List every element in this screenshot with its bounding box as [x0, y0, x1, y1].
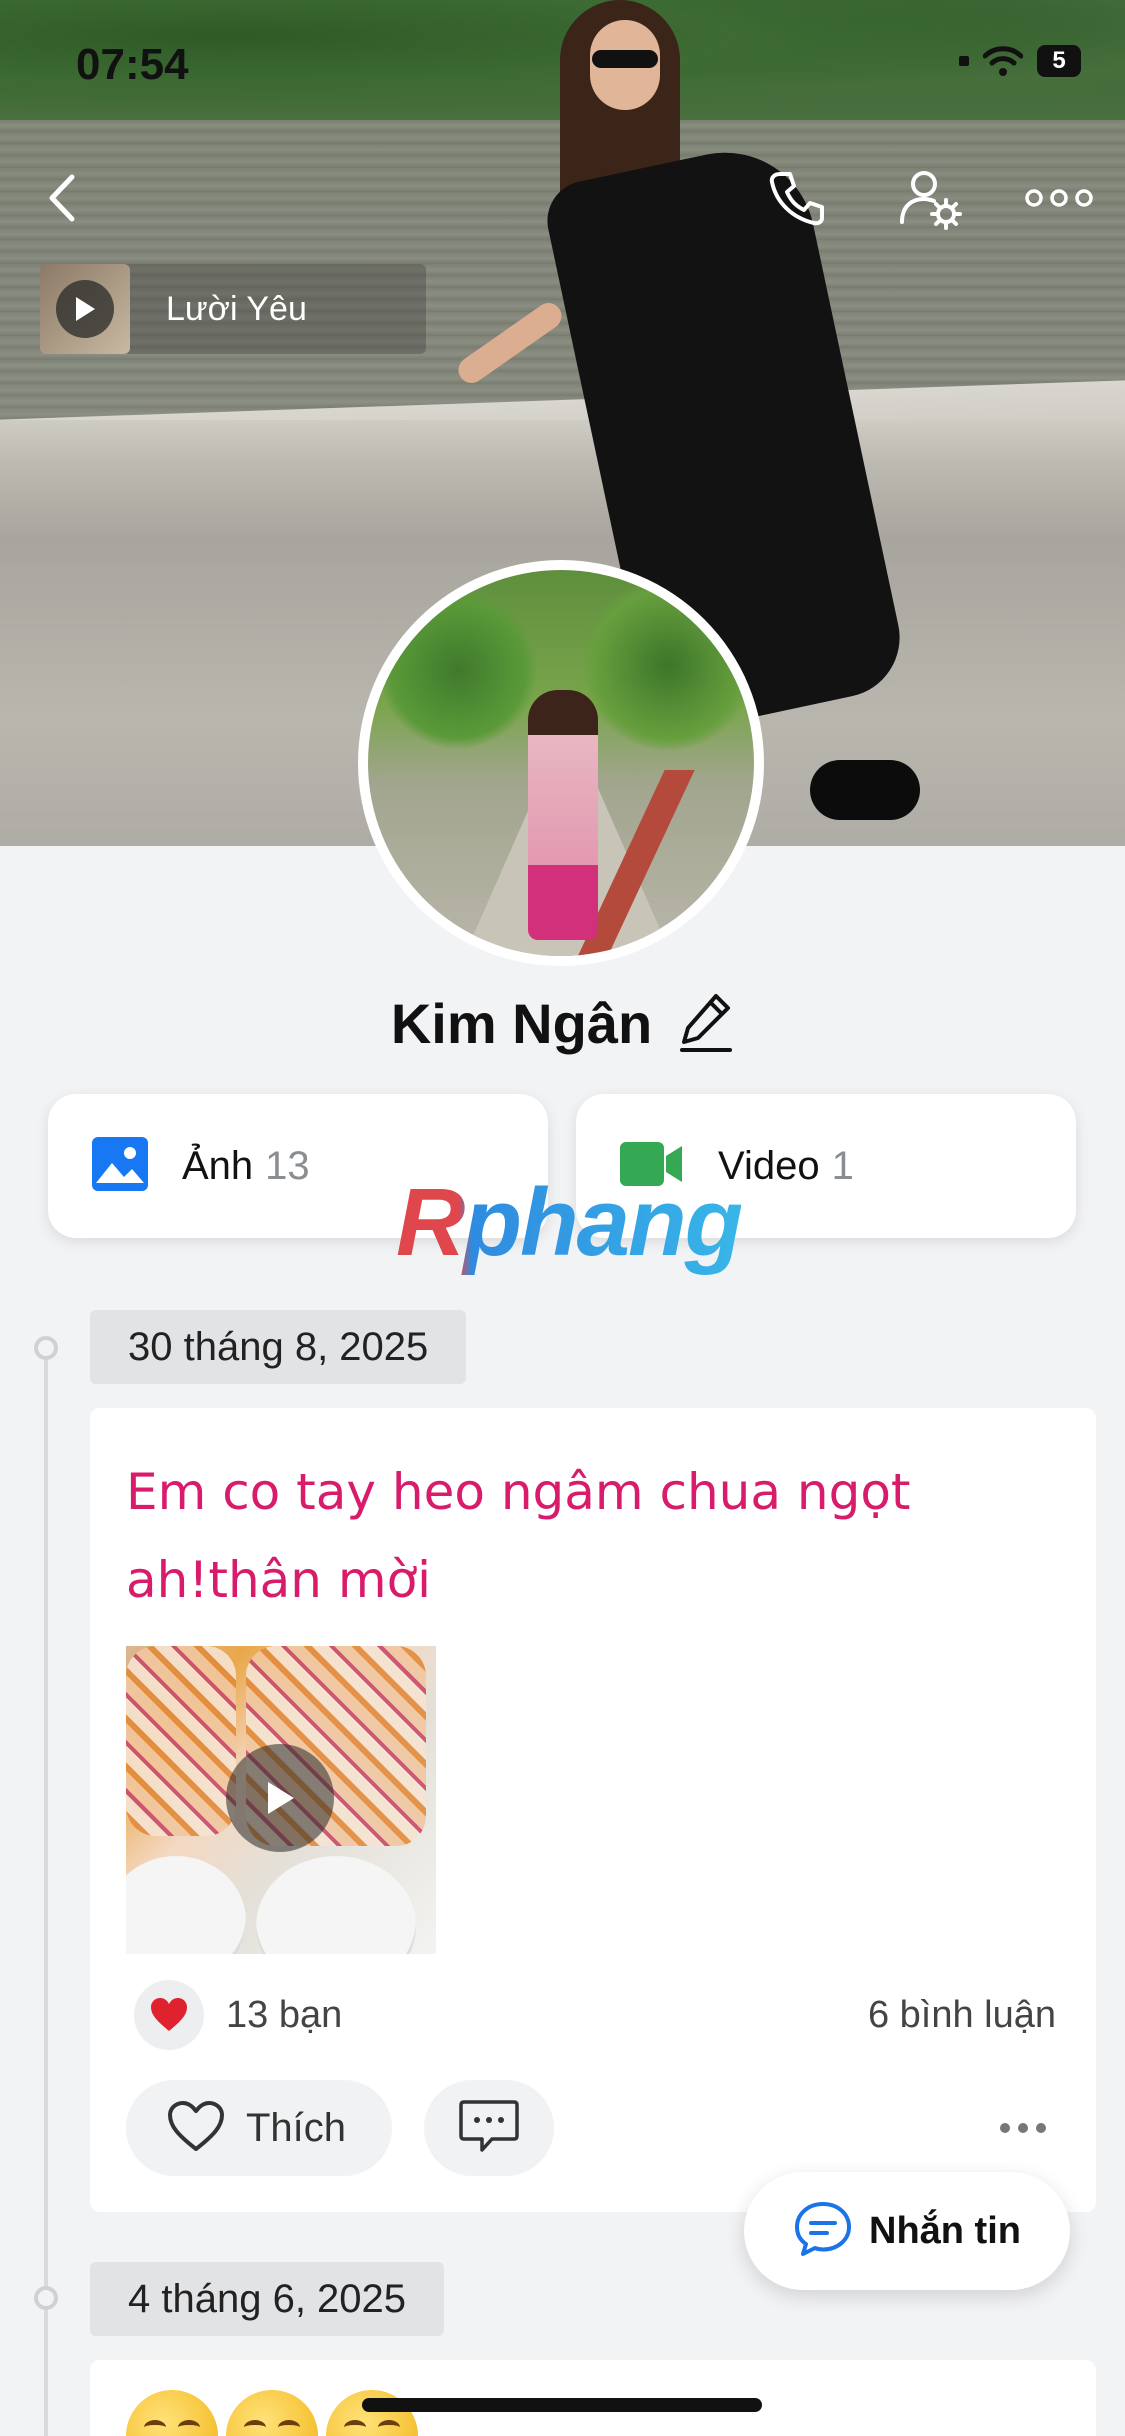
post-video-thumbnail[interactable] — [126, 1646, 436, 1954]
back-icon[interactable] — [36, 168, 86, 228]
photos-label: Ảnh — [182, 1143, 254, 1188]
comment-icon — [458, 2098, 520, 2159]
date-chip: 4 tháng 6, 2025 — [90, 2262, 445, 2336]
avatar[interactable] — [358, 560, 764, 966]
post-text: Em co tay heo ngâm chua ngọt ah!thân mời — [126, 1463, 911, 1609]
profile-music-chip[interactable]: Lười Yêu — [40, 264, 426, 354]
music-title: Lười Yêu — [166, 289, 307, 328]
emoji-icon — [226, 2390, 318, 2436]
wifi-icon — [982, 44, 1024, 78]
like-label: Thích — [246, 2105, 347, 2150]
emoji-icon — [326, 2390, 418, 2436]
timeline-dot — [34, 1336, 58, 1360]
edit-name-icon[interactable] — [678, 990, 734, 1057]
status-icons: 5 — [959, 44, 1081, 78]
profile-settings-icon[interactable] — [896, 164, 966, 234]
play-icon[interactable] — [226, 1744, 334, 1852]
like-button[interactable]: Thích — [126, 2080, 393, 2176]
post-actions: Thích — [126, 2080, 1056, 2176]
post-card[interactable]: Em co tay heo ngâm chua ngọt ah!thân mời… — [90, 1408, 1096, 2212]
heart-reaction-icon — [134, 1980, 204, 2050]
status-time: 07:54 — [76, 40, 189, 89]
heart-outline-icon — [166, 2099, 226, 2158]
photos-count: 13 — [265, 1143, 310, 1188]
message-button[interactable]: Nhắn tin — [744, 2172, 1070, 2290]
play-icon[interactable] — [56, 280, 114, 338]
phone-icon[interactable] — [764, 166, 828, 230]
profile-name: Kim Ngân — [390, 992, 653, 1055]
music-thumbnail — [40, 264, 130, 354]
more-options-icon[interactable] — [1024, 180, 1094, 216]
profile-name-row: Kim Ngân — [0, 990, 1125, 1057]
comment-button[interactable] — [424, 2080, 555, 2176]
videos-count: 1 — [831, 1143, 854, 1188]
timeline-dot — [34, 2286, 58, 2310]
home-indicator[interactable] — [362, 2398, 762, 2412]
reaction-summary: 13 bạn 6 bình luận — [126, 1980, 1056, 2050]
message-label: Nhắn tin — [869, 2209, 1021, 2252]
reaction-count[interactable]: 13 bạn — [226, 1994, 342, 2037]
timeline-line — [44, 1346, 48, 2436]
signal-icon — [959, 56, 969, 66]
date-chip: 30 tháng 8, 2025 — [90, 1310, 467, 1384]
message-bubble-icon — [793, 2200, 853, 2263]
comment-count[interactable]: 6 bình luận — [868, 1994, 1056, 2037]
battery-icon: 5 — [1037, 45, 1081, 77]
watermark: Rphang — [396, 1169, 743, 1276]
photo-icon — [92, 1136, 148, 1196]
emoji-icon — [126, 2390, 218, 2436]
post-more-icon[interactable] — [1000, 2123, 1046, 2133]
